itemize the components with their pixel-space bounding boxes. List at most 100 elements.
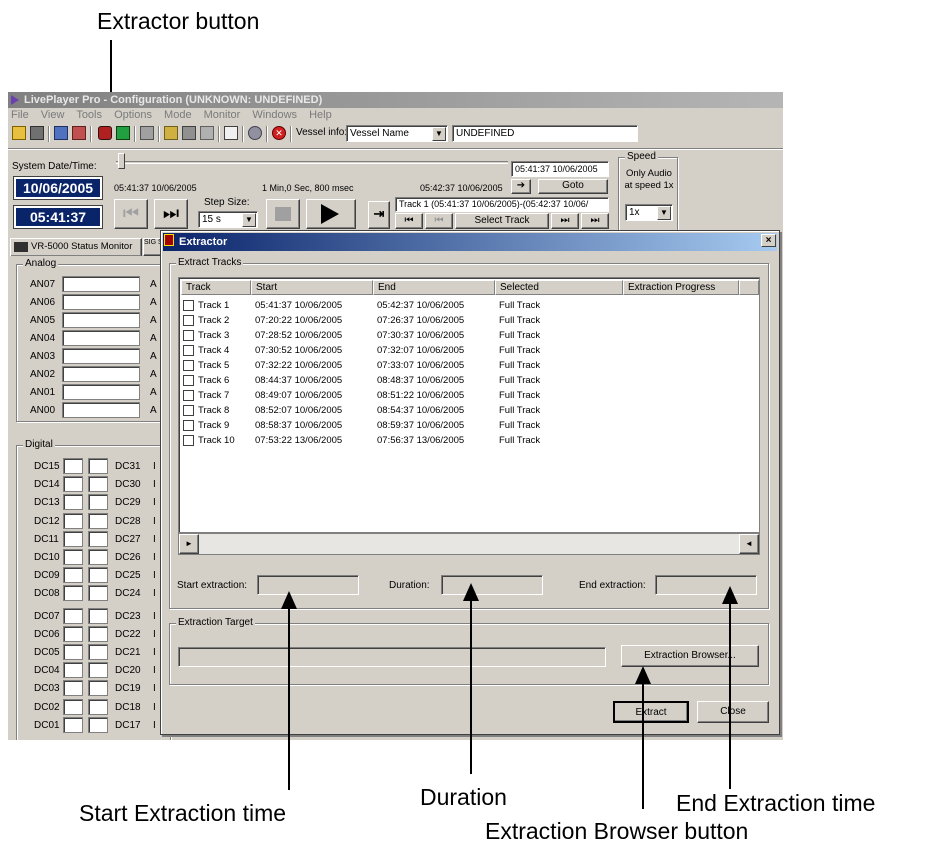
- end-extraction-field[interactable]: [655, 575, 757, 595]
- analog-channel-label: AN03: [30, 351, 56, 362]
- track-start: 07:28:52 10/06/2005: [255, 330, 343, 341]
- previous-track-button[interactable]: ⏮: [425, 213, 453, 229]
- next-track-button[interactable]: ⏭: [551, 213, 579, 229]
- track-row[interactable]: Track 5 07:32:22 10/06/2005 07:33:07 10/06…: [183, 358, 753, 373]
- column-header-extraction-progress[interactable]: Extraction Progress: [623, 280, 739, 295]
- chevron-down-icon[interactable]: ▼: [242, 213, 256, 227]
- menu-options[interactable]: Options: [114, 109, 152, 121]
- goto-time-field[interactable]: 05:41:37 10/06/2005: [511, 161, 609, 177]
- wrench-icon[interactable]: [182, 126, 196, 140]
- chevron-down-icon[interactable]: ▼: [432, 127, 446, 141]
- track-row[interactable]: Track 9 08:58:37 10/06/2005 08:59:37 10/06…: [183, 418, 753, 433]
- analog-value-field: [62, 294, 140, 310]
- toolbar-separator: [290, 126, 292, 142]
- track-checkbox[interactable]: [183, 405, 194, 416]
- scroll-left-button[interactable]: ►: [179, 534, 199, 554]
- track-row[interactable]: Track 4 07:30:52 10/06/2005 07:32:07 10/06…: [183, 343, 753, 358]
- tracks-horizontal-scrollbar[interactable]: ► ◄: [178, 533, 760, 555]
- digital-channel-label: DC06: [34, 628, 60, 640]
- chevron-down-icon[interactable]: ▼: [657, 206, 671, 220]
- vessel-value-field[interactable]: UNDEFINED: [452, 125, 638, 142]
- save-disk-icon[interactable]: [30, 126, 44, 140]
- jump-to-end-button[interactable]: ⇥: [368, 201, 390, 229]
- analog-channel-label: AN07: [30, 279, 56, 290]
- track-checkbox[interactable]: [183, 375, 194, 386]
- extraction-target-field[interactable]: [178, 647, 606, 667]
- config-icon[interactable]: [54, 126, 68, 140]
- tool-icon[interactable]: [164, 126, 178, 140]
- config-delete-icon[interactable]: [72, 126, 86, 140]
- play-button[interactable]: [306, 199, 356, 229]
- track-start: 07:53:22 13/06/2005: [255, 435, 343, 446]
- stop-error-icon[interactable]: ✕: [272, 126, 286, 140]
- track-checkbox[interactable]: [183, 390, 194, 401]
- stop-button[interactable]: [266, 199, 300, 229]
- column-header-track[interactable]: Track: [181, 280, 251, 295]
- digital-group-label: Digital: [23, 439, 55, 450]
- track-row[interactable]: Track 2 07:20:22 10/06/2005 07:26:37 10/06…: [183, 313, 753, 328]
- track-checkbox[interactable]: [183, 360, 194, 371]
- scroll-right-button[interactable]: ◄: [739, 534, 759, 554]
- menu-file[interactable]: File: [11, 109, 29, 121]
- track-selector-field[interactable]: Track 1 (05:41:37 10/06/2005)-(05:42:37 …: [395, 197, 609, 212]
- time-slider-track[interactable]: [116, 161, 508, 164]
- track-checkbox[interactable]: [183, 420, 194, 431]
- track-checkbox[interactable]: [183, 315, 194, 326]
- goto-button[interactable]: Goto: [538, 179, 608, 194]
- track-row[interactable]: Track 1 05:41:37 10/06/2005 05:42:37 10/06…: [183, 298, 753, 313]
- track-checkbox[interactable]: [183, 330, 194, 341]
- track-row[interactable]: Track 8 08:52:07 10/06/2005 08:54:37 10/06…: [183, 403, 753, 418]
- track-row[interactable]: Track 7 08:49:07 10/06/2005 08:51:22 10/06…: [183, 388, 753, 403]
- digital-channel-label: DC18: [115, 701, 141, 713]
- dialog-close-icon[interactable]: ×: [761, 234, 776, 247]
- tracks-list[interactable]: Track Start End Selected Extraction Prog…: [178, 277, 760, 533]
- digital-indicator: [88, 512, 108, 529]
- column-header-selected[interactable]: Selected: [495, 280, 623, 295]
- menu-monitor[interactable]: Monitor: [204, 109, 241, 121]
- menu-mode[interactable]: Mode: [164, 109, 192, 121]
- extraction-browser-button[interactable]: Extraction Browser...: [621, 645, 759, 667]
- time-slider-thumb[interactable]: [118, 153, 125, 169]
- skip-back-button[interactable]: ⏮: [114, 199, 148, 229]
- analog-channel-label-right: A: [150, 315, 157, 326]
- step-forward-button[interactable]: ⏭: [154, 199, 188, 229]
- menu-tools[interactable]: Tools: [76, 109, 102, 121]
- vessel-name-select[interactable]: Vessel Name ▼: [346, 125, 448, 142]
- list-icon[interactable]: [224, 126, 238, 140]
- duration-field[interactable]: [441, 575, 543, 595]
- extract-button[interactable]: Extract: [613, 701, 689, 723]
- column-header-start[interactable]: Start: [251, 280, 373, 295]
- menu-windows[interactable]: Windows: [252, 109, 297, 121]
- column-header-end[interactable]: End: [373, 280, 495, 295]
- tab-vr5000-status-monitor[interactable]: VR-5000 Status Monitor: [10, 238, 142, 256]
- track-checkbox[interactable]: [183, 345, 194, 356]
- digital-indicator: [63, 607, 83, 624]
- digital-channel-label: DC27: [115, 533, 141, 545]
- track-row[interactable]: Track 6 08:44:37 10/06/2005 08:48:37 10/06…: [183, 373, 753, 388]
- digital-indicator: [63, 567, 83, 584]
- extractor-icon[interactable]: [98, 126, 112, 140]
- callout-arrow-duration: [463, 583, 479, 601]
- analog-value-field: [62, 276, 140, 292]
- first-track-button[interactable]: ⏮: [395, 213, 423, 229]
- open-folder-icon[interactable]: [12, 126, 26, 140]
- monitor-icon[interactable]: [116, 126, 130, 140]
- step-size-select[interactable]: 15 s ▼: [198, 211, 258, 228]
- tab-vr5000-label: VR-5000 Status Monitor: [31, 241, 133, 252]
- select-track-button[interactable]: Select Track: [455, 213, 549, 229]
- audio-icon[interactable]: [140, 126, 154, 140]
- goto-arrow-button[interactable]: ➔: [511, 179, 531, 194]
- disc-icon[interactable]: [248, 126, 262, 140]
- last-track-button[interactable]: ⏭: [581, 213, 609, 229]
- track-checkbox[interactable]: [183, 435, 194, 446]
- track-end: 08:54:37 10/06/2005: [377, 405, 465, 416]
- settings-icon[interactable]: [200, 126, 214, 140]
- speed-select[interactable]: 1x ▼: [625, 204, 673, 221]
- menu-help[interactable]: Help: [309, 109, 332, 121]
- menu-view[interactable]: View: [41, 109, 65, 121]
- close-button[interactable]: Close: [697, 701, 769, 723]
- start-extraction-field[interactable]: [257, 575, 359, 595]
- track-row[interactable]: Track 3 07:28:52 10/06/2005 07:30:37 10/06…: [183, 328, 753, 343]
- track-checkbox[interactable]: [183, 300, 194, 311]
- track-row[interactable]: Track 10 07:53:22 13/06/2005 07:56:37 13/0…: [183, 433, 753, 448]
